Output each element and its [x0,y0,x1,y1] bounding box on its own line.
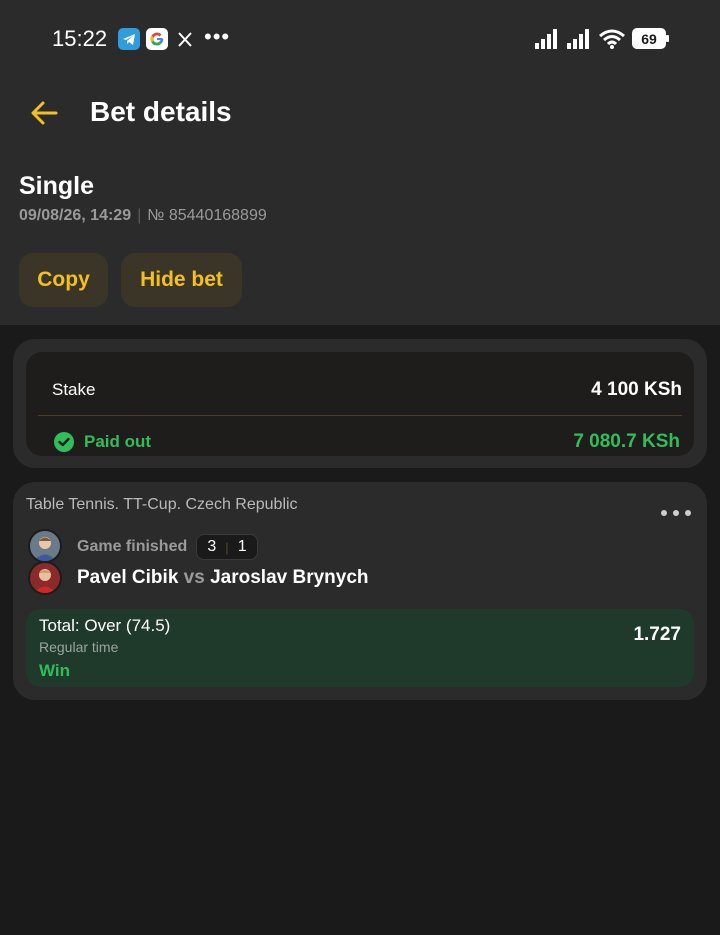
paid-out-label: Paid out [84,432,152,451]
odds-value: 1.727 [633,624,681,645]
score-away: 1 [237,538,247,555]
stake-card: Stake 4 100 KSh Paid out 7 080.7 KSh [13,339,707,468]
check-circle-icon [54,432,74,452]
stake-divider [38,415,682,416]
market-name: Total: Over (74.5) [39,616,171,635]
arrow-left-icon [31,101,58,125]
stake-value: 4 100 KSh [591,379,682,400]
team-away: Jaroslav Brynych [210,567,369,588]
battery-icon: 69 [632,28,670,49]
wifi-icon [598,28,626,55]
signal-icon-2 [567,28,593,55]
x-icon [176,28,194,50]
selection-outcome: Total: Over (74.5) Regular time Win 1.72… [26,609,694,687]
score-badge: 3 | 1 [196,534,258,560]
bet-date: 09/08/26, 14:29 [19,207,132,224]
more-notifications-icon: ••• [204,24,231,49]
market-period: Regular time [39,639,119,655]
player-avatar-home [28,529,62,563]
google-icon [146,28,168,50]
match-teams: Pavel Cibik vs Jaroslav Brynych [77,567,369,589]
status-time: 15:22 [52,26,108,51]
more-options-button[interactable] [659,506,693,520]
signal-icon [535,28,561,55]
team-home: Pavel Cibik [77,567,179,588]
back-button[interactable] [28,96,62,130]
status-bar: 15:22 ••• 69 [0,0,720,78]
hide-bet-button[interactable]: Hide bet [121,253,242,307]
player-avatar-away [28,561,62,595]
game-status: Game finished [77,538,188,555]
telegram-icon [118,28,140,50]
outcome-result: Win [39,661,71,680]
stake-label: Stake [52,380,96,399]
page-title: Bet details [90,96,232,127]
score-divider: | [225,539,229,555]
bet-type: Single [19,172,95,200]
league-name: Table Tennis. TT-Cup. Czech Republic [26,496,298,513]
bet-meta: 09/08/26, 14:29 | № 85440168899 [19,207,267,225]
vs-label: vs [183,567,205,588]
bet-number: № 85440168899 [147,207,267,224]
battery-level: 69 [641,31,657,47]
score-home: 3 [207,538,217,555]
event-card: Table Tennis. TT-Cup. Czech Republic Gam… [13,482,707,700]
more-icon [661,510,691,516]
meta-divider: | [137,207,142,224]
paid-out-value: 7 080.7 KSh [573,431,680,452]
copy-button[interactable]: Copy [19,253,108,307]
stake-summary: Stake 4 100 KSh Paid out 7 080.7 KSh [26,352,694,456]
